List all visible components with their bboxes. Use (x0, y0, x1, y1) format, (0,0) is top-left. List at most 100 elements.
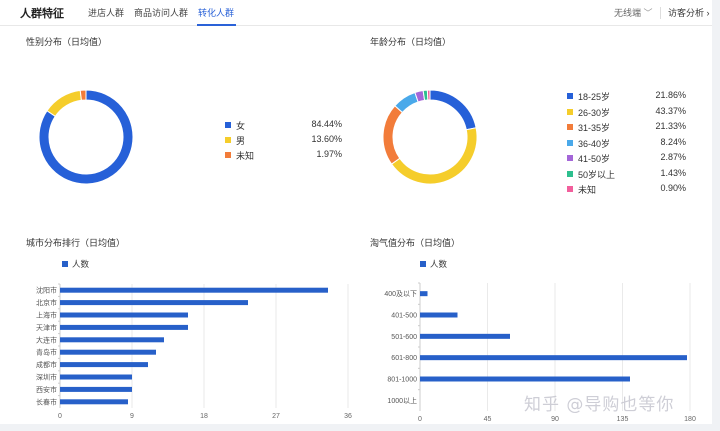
legend-swatch (225, 122, 231, 128)
chevron-right-icon: › (706, 8, 710, 18)
bar[interactable] (420, 291, 428, 297)
age-section-title: 年龄分布（日均值） (370, 37, 452, 47)
legend-swatch (567, 186, 573, 192)
bar[interactable] (60, 362, 148, 368)
bar[interactable] (420, 333, 510, 339)
legend-label: 未知 (578, 185, 597, 195)
legend-percent: 1.97% (316, 149, 342, 159)
gender-legend-item[interactable]: 男 13.60% (225, 134, 342, 146)
x-tick-label: 36 (344, 413, 352, 420)
device-filter-dropdown[interactable]: 无线端 ﹀ (614, 6, 653, 19)
y-category-label: 西安市 (36, 385, 57, 394)
tab-converted[interactable]: 转化人群 (198, 6, 234, 19)
donut-slice-2[interactable] (382, 105, 404, 165)
legend-label: 36-40岁 (578, 138, 611, 149)
legend-percent: 1.43% (660, 167, 686, 178)
bar[interactable] (60, 374, 132, 380)
legend-label: 26-30岁 (578, 107, 611, 118)
legend-percent: 43.37% (655, 105, 686, 116)
y-category-label: 400及以下 (384, 290, 417, 298)
chevron-down-icon: ﹀ (643, 8, 653, 18)
page-bottom-edge (0, 424, 720, 431)
gender-legend-item[interactable]: 女 84.44% (225, 119, 342, 131)
y-category-label: 大连市 (36, 335, 57, 344)
legend-label: 18-25岁 (578, 92, 611, 102)
legend-swatch (567, 93, 573, 99)
bar[interactable] (60, 312, 188, 318)
age-legend-item[interactable]: 41-50岁 2.87% (567, 152, 686, 164)
y-category-label: 401-500 (391, 313, 417, 320)
legend-swatch (225, 137, 231, 143)
legend-percent: 13.60% (311, 134, 342, 144)
donut-slice-1[interactable] (46, 89, 82, 118)
donut-slice-0[interactable] (429, 89, 477, 131)
series-legend-label: 人数 (72, 259, 90, 269)
y-category-label: 1000以上 (387, 396, 417, 405)
legend-label: 男 (236, 136, 246, 146)
bar[interactable] (60, 287, 328, 293)
y-category-label: 沈阳市 (36, 286, 57, 295)
legend-swatch (567, 155, 573, 161)
legend-label: 女 (236, 121, 246, 131)
legend-swatch (567, 139, 573, 146)
x-tick-label: 9 (130, 413, 134, 420)
naughty-section-title: 淘气值分布（日均值） (370, 238, 461, 248)
bar[interactable] (420, 376, 630, 382)
y-category-label: 青岛市 (36, 348, 57, 357)
top-bar: 人群特征 进店人群 商品访问人群 转化人群 无线端 ﹀ 访客分析 › (0, 0, 720, 26)
y-category-label: 上海市 (36, 311, 57, 320)
legend-swatch (567, 124, 573, 130)
y-category-label: 成都市 (36, 360, 57, 369)
x-tick-label: 180 (684, 416, 696, 423)
legend-percent: 21.86% (655, 90, 686, 100)
age-legend-item[interactable]: 未知 0.90% (567, 183, 686, 195)
age-legend-item[interactable]: 50岁以上 1.43% (567, 168, 686, 180)
legend-label: 31-35岁 (578, 123, 611, 133)
scroll-gutter (712, 0, 720, 431)
age-legend-item[interactable]: 36-40岁 8.24% (567, 137, 686, 149)
visitor-analysis-link[interactable]: 访客分析 › (668, 6, 710, 19)
legend-label: 未知 (236, 151, 255, 161)
active-tab-indicator (197, 24, 236, 26)
y-category-label: 天津市 (36, 323, 57, 332)
legend-percent: 2.87% (660, 152, 686, 162)
donut-slice-3[interactable] (394, 91, 419, 114)
x-tick-label: 90 (551, 416, 559, 423)
bar[interactable] (60, 337, 164, 343)
bar[interactable] (420, 312, 458, 318)
divider (660, 7, 661, 19)
bar[interactable] (60, 300, 248, 306)
gender-legend-item[interactable]: 未知 1.97% (225, 149, 342, 161)
x-tick-label: 0 (418, 416, 422, 423)
city-bar-chart: 人数 0 9 18 27 36 沈阳市北京市上海市天津市大连市青岛市成都市深圳市西安市长春市 (36, 259, 352, 420)
bar[interactable] (60, 386, 132, 392)
age-legend-item[interactable]: 18-25岁 21.86% (567, 90, 686, 102)
bar[interactable] (60, 324, 188, 330)
series-swatch (420, 261, 426, 267)
donut-slice-6[interactable] (426, 89, 431, 101)
legend-swatch (567, 108, 573, 115)
donut-slice-1[interactable] (390, 127, 478, 185)
donut-slice-2[interactable] (79, 89, 87, 101)
legend-percent: 84.44% (311, 119, 342, 129)
visitor-analysis-label: 访客分析 (668, 8, 705, 18)
bar[interactable] (60, 399, 128, 405)
age-legend-item[interactable]: 31-35岁 21.33% (567, 121, 686, 133)
page-title: 人群特征 (20, 8, 64, 20)
x-tick-label: 135 (617, 416, 629, 423)
legend-percent: 0.90% (660, 183, 686, 193)
gender-donut-chart (38, 89, 134, 185)
gender-section-title: 性别分布（日均值） (26, 37, 108, 47)
bar[interactable] (60, 349, 156, 355)
watermark: 知乎 @导购也等你 (524, 395, 675, 415)
bar[interactable] (420, 355, 687, 361)
tab-product-visitors[interactable]: 商品访问人群 (134, 6, 188, 19)
legend-label: 41-50岁 (578, 154, 611, 164)
y-category-label: 601-800 (391, 355, 417, 362)
city-section-title: 城市分布排行（日均值） (26, 238, 126, 248)
x-tick-label: 27 (272, 413, 280, 420)
tab-store-visitors[interactable]: 进店人群 (88, 6, 124, 19)
x-tick-label: 0 (58, 413, 62, 420)
legend-swatch (567, 170, 573, 177)
age-legend-item[interactable]: 26-30岁 43.37% (567, 106, 686, 118)
